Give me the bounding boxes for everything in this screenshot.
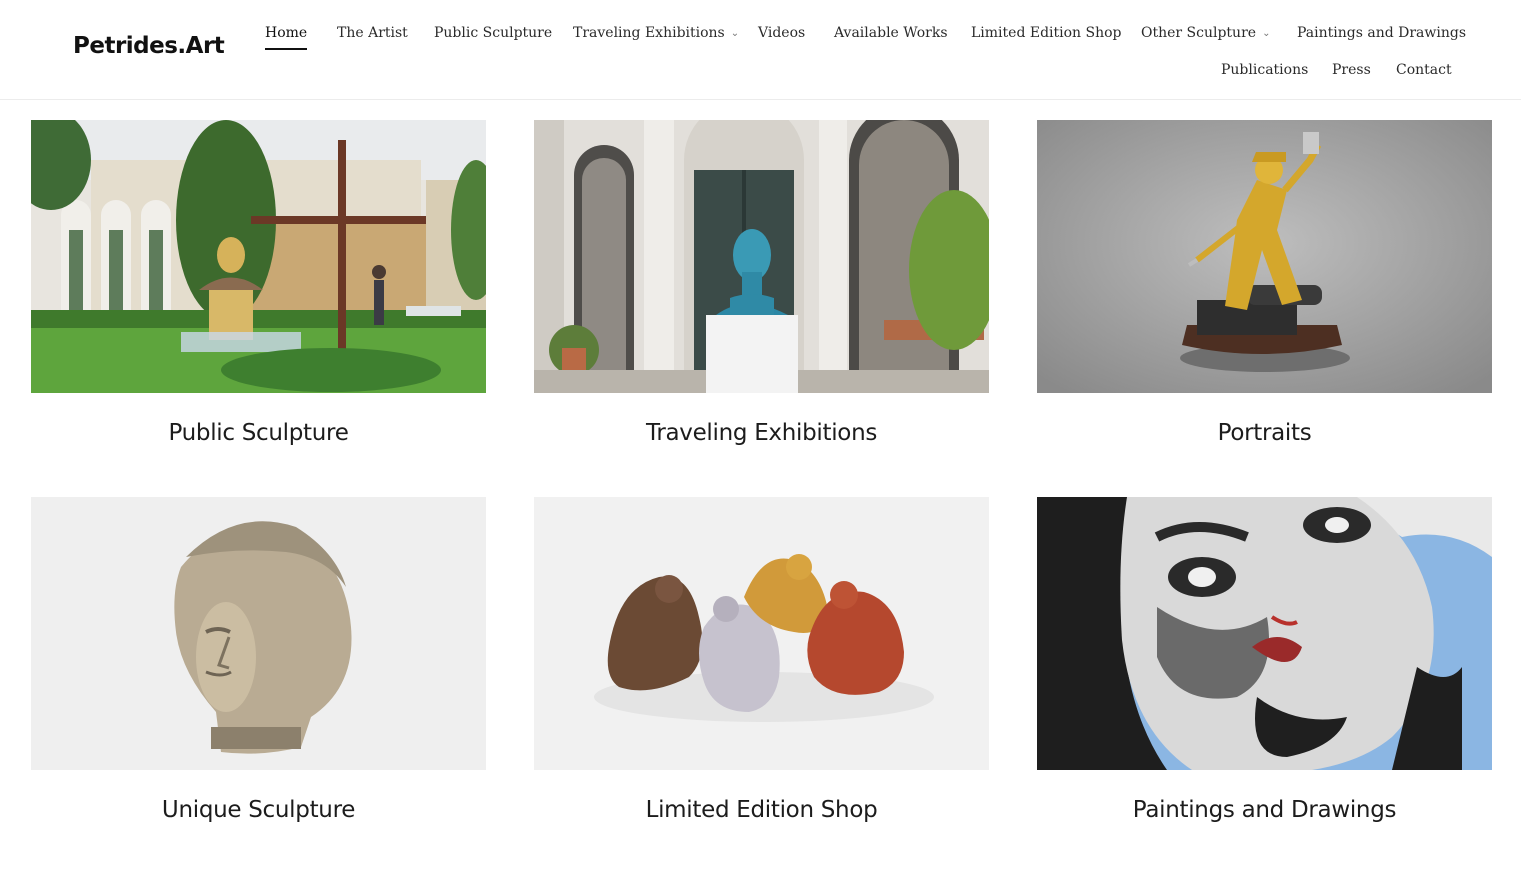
gallery-card-traveling-exhibitions: Traveling Exhibitions	[534, 120, 989, 446]
gallery-image-unique-sculpture[interactable]	[31, 497, 486, 770]
gallery-image-paintings-and-drawings[interactable]	[1037, 497, 1492, 770]
gallery-title-public-sculpture[interactable]: Public Sculpture	[31, 420, 486, 446]
gallery-image-public-sculpture[interactable]	[31, 120, 486, 393]
expressive-face-painting-photo	[1037, 497, 1492, 770]
nav-the-artist[interactable]: The Artist	[337, 24, 408, 42]
gallery-title-unique-sculpture[interactable]: Unique Sculpture	[31, 797, 486, 823]
nav-other-sculpture[interactable]: Other Sculpture ⌄	[1141, 24, 1270, 44]
blue-bust-at-building-entrance-photo	[534, 120, 989, 393]
gallery-card-portraits: Portraits	[1037, 120, 1492, 446]
site-header: Petrides.Art Home The Artist Public Scul…	[0, 0, 1521, 100]
nav-paintings-and-drawings[interactable]: Paintings and Drawings	[1297, 24, 1466, 42]
chevron-down-icon: ⌄	[1262, 28, 1271, 39]
gallery-card-public-sculpture: Public Sculpture	[31, 120, 486, 446]
four-crouching-figures-photo	[534, 497, 989, 770]
nav-press[interactable]: Press	[1332, 61, 1371, 79]
nav-other-sculpture-label: Other Sculpture	[1141, 25, 1257, 41]
gold-pirate-statue-photo	[1037, 120, 1492, 393]
site-logo[interactable]: Petrides.Art	[73, 33, 225, 59]
gallery-image-limited-edition-shop[interactable]	[534, 497, 989, 770]
gallery-title-paintings-and-drawings[interactable]: Paintings and Drawings	[1037, 797, 1492, 823]
chevron-down-icon: ⌄	[730, 28, 740, 39]
gallery-title-traveling-exhibitions[interactable]: Traveling Exhibitions	[534, 420, 989, 446]
nav-available-works[interactable]: Available Works	[834, 24, 948, 42]
gallery-card-limited-edition-shop: Limited Edition Shop	[534, 497, 989, 823]
gallery-title-portraits[interactable]: Portraits	[1037, 420, 1492, 446]
stone-head-sculpture-photo	[31, 497, 486, 770]
nav-limited-edition-shop[interactable]: Limited Edition Shop	[971, 24, 1122, 42]
nav-home[interactable]: Home	[265, 24, 308, 50]
nav-videos[interactable]: Videos	[758, 24, 805, 42]
nav-public-sculpture[interactable]: Public Sculpture	[434, 24, 552, 42]
gallery-card-unique-sculpture: Unique Sculpture	[31, 497, 486, 823]
nav-contact[interactable]: Contact	[1396, 61, 1452, 79]
gallery-title-limited-edition-shop[interactable]: Limited Edition Shop	[534, 797, 989, 823]
gallery-image-portraits[interactable]	[1037, 120, 1492, 393]
gallery-card-paintings-and-drawings: Paintings and Drawings	[1037, 497, 1492, 823]
nav-publications[interactable]: Publications	[1221, 61, 1308, 79]
nav-traveling-exhibitions[interactable]: Traveling Exhibitions ⌄	[573, 24, 739, 44]
nav-traveling-exhibitions-label: Traveling Exhibitions	[573, 25, 725, 41]
gallery-image-traveling-exhibitions[interactable]	[534, 120, 989, 393]
bust-and-cross-garden-photo	[31, 120, 486, 393]
